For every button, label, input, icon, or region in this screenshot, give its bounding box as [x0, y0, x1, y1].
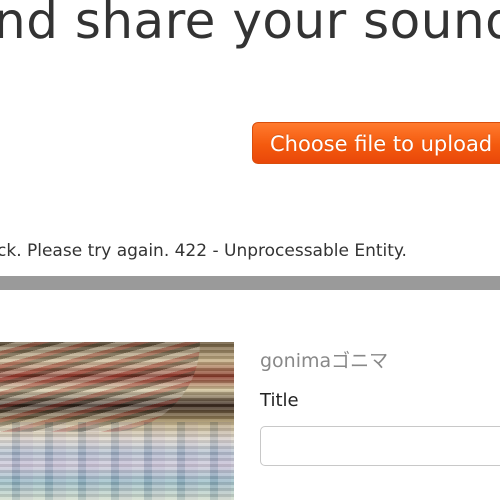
- upload-error-message: ck. Please try again. 422 - Unprocessabl…: [0, 241, 407, 261]
- page-headline: nd share your sound: [0, 0, 500, 50]
- title-input[interactable]: [260, 426, 500, 466]
- section-divider: [0, 276, 500, 290]
- uploader-username: gonimaゴニマ: [260, 350, 389, 372]
- title-field-label: Title: [260, 390, 299, 411]
- track-artwork-image[interactable]: [0, 342, 234, 500]
- choose-file-upload-button[interactable]: Choose file to upload: [252, 122, 500, 164]
